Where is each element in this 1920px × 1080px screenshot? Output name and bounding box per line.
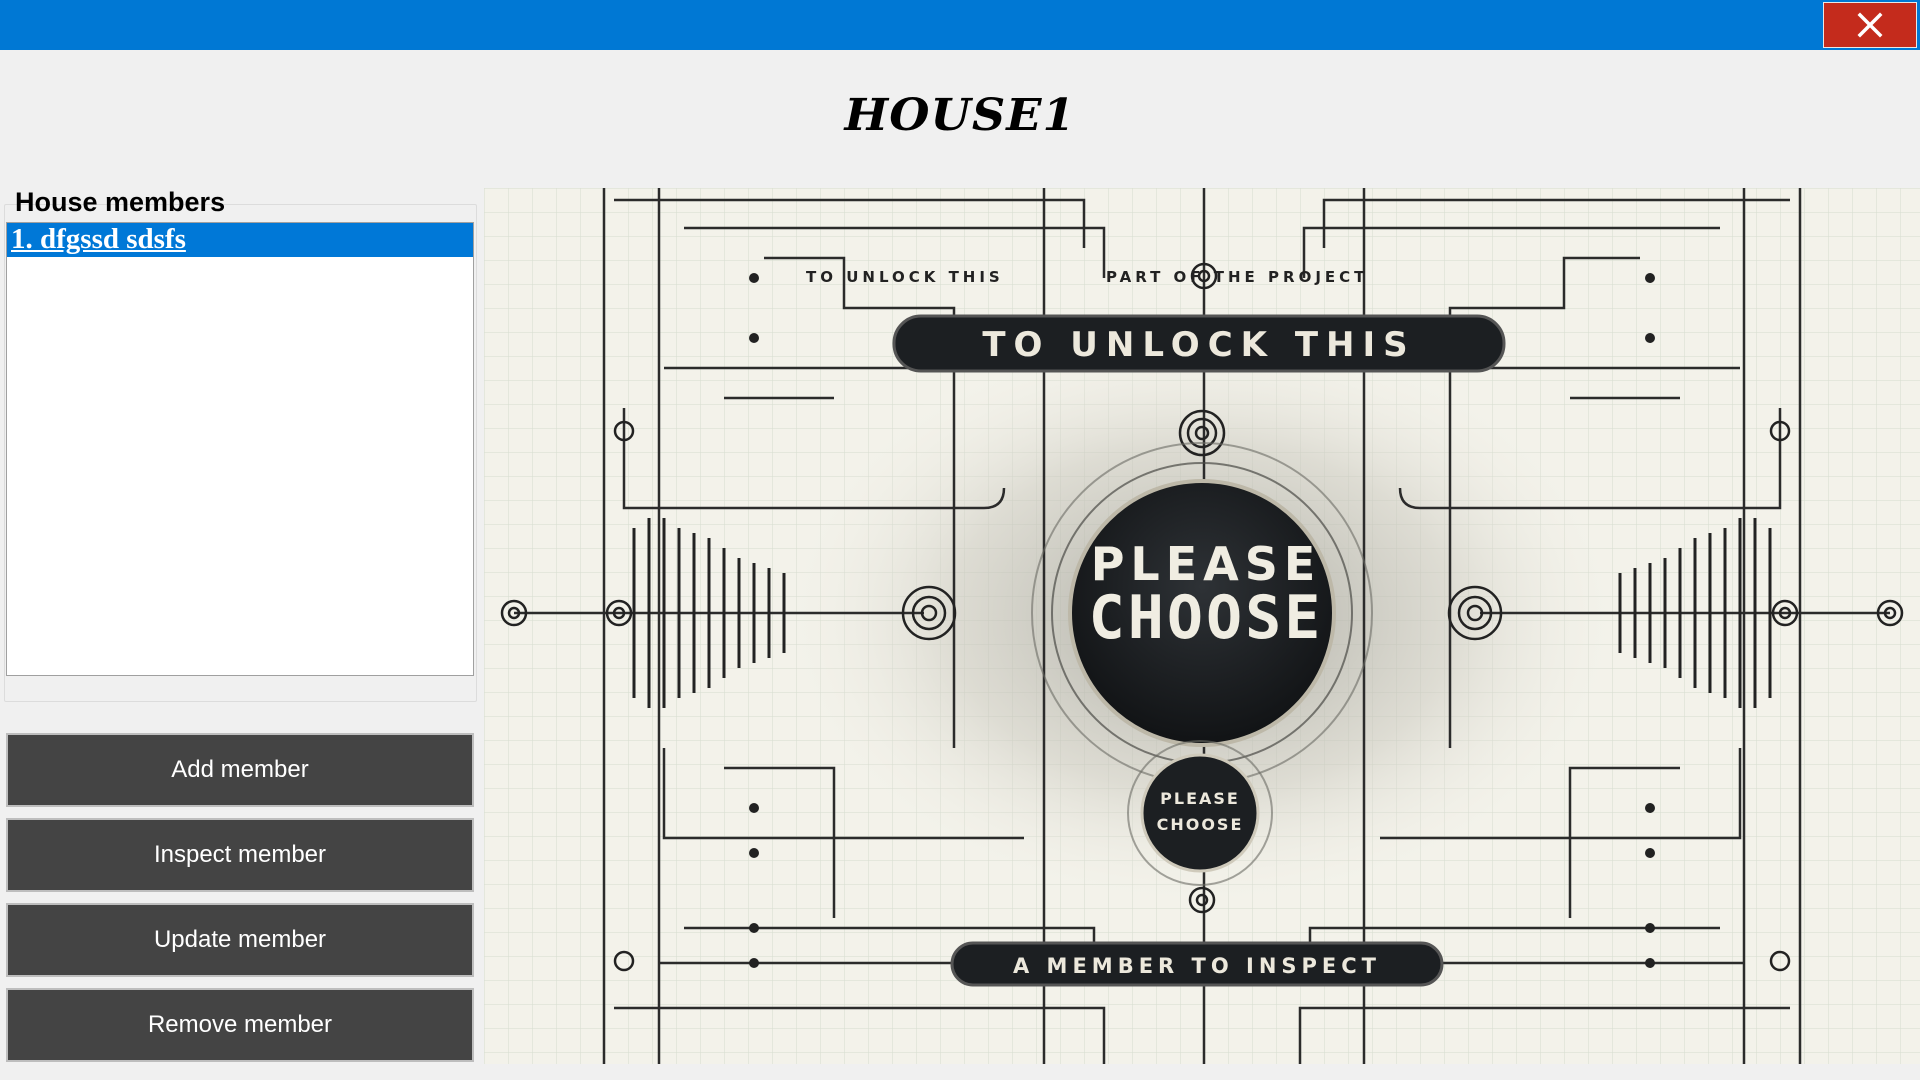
add-member-button[interactable]: Add member: [6, 733, 474, 807]
small-text-line1: PLEASE: [1160, 789, 1240, 808]
center-text-line2: CHOOSE: [1089, 583, 1324, 653]
top-text-left: TO UNLOCK THIS: [806, 268, 1004, 286]
bottom-banner-text: A MEMBER TO INSPECT: [1013, 954, 1381, 978]
app-title: HOUSE1: [844, 90, 1076, 141]
placeholder-image: TO UNLOCK THIS PART OF THE PROJECT TO UN…: [484, 188, 1920, 1064]
close-icon: [1857, 12, 1883, 38]
close-button[interactable]: [1823, 2, 1917, 48]
remove-member-button[interactable]: Remove member: [6, 988, 474, 1062]
small-text-line2: CHOOSE: [1157, 815, 1244, 834]
top-banner-text: TO UNLOCK THIS: [982, 325, 1415, 365]
window-titlebar: [0, 0, 1920, 50]
update-member-button[interactable]: Update member: [6, 903, 474, 977]
members-group-label: House members: [15, 187, 226, 217]
list-item[interactable]: 1. dfgssd sdsfs: [7, 223, 473, 257]
members-listbox[interactable]: 1. dfgssd sdsfs: [6, 222, 474, 676]
inspect-member-button[interactable]: Inspect member: [6, 818, 474, 892]
circuit-illustration: TO UNLOCK THIS PART OF THE PROJECT TO UN…: [484, 188, 1920, 1064]
top-text-right: PART OF THE PROJECT: [1106, 268, 1368, 286]
